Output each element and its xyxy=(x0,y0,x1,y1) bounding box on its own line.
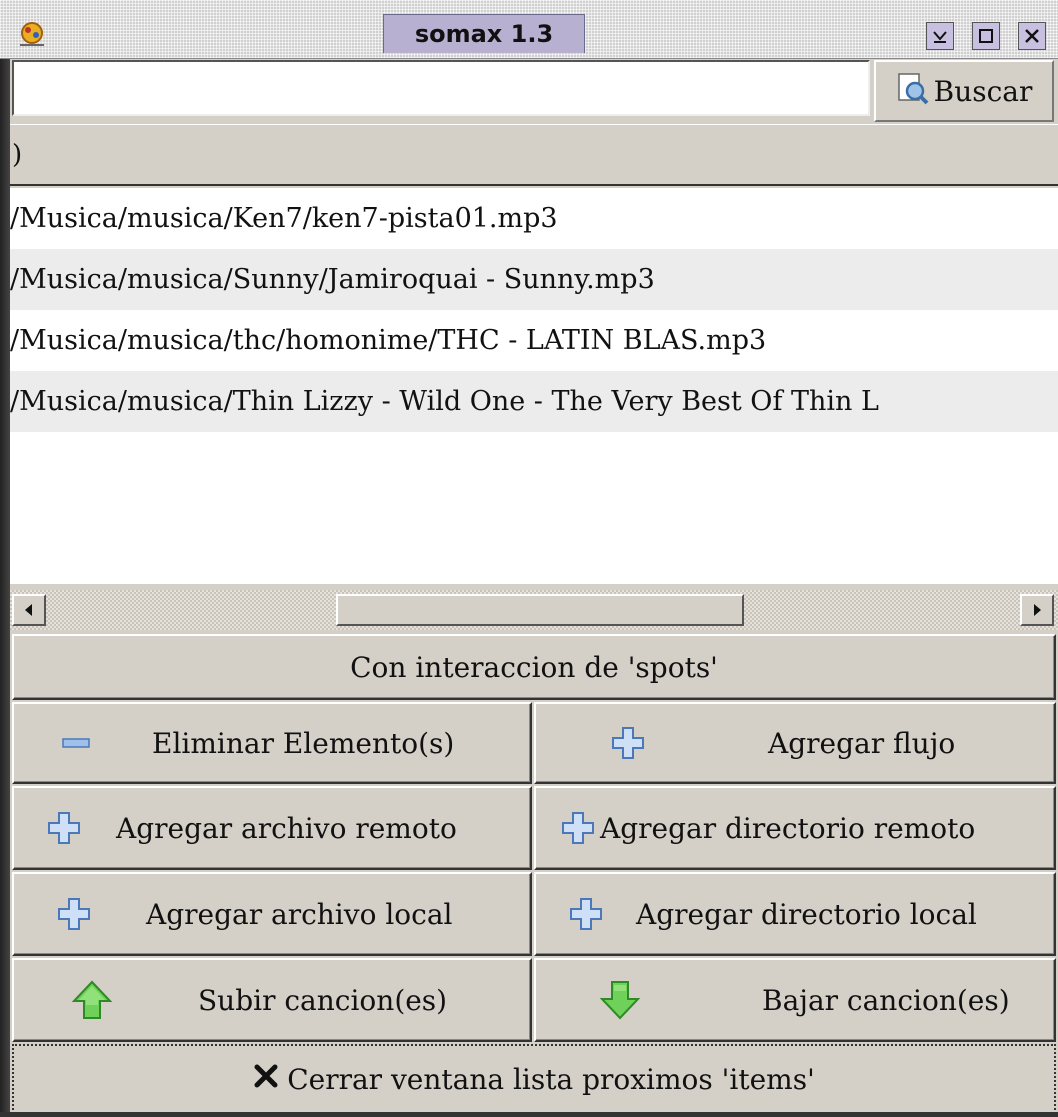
plus-icon xyxy=(566,897,606,931)
minimize-icon[interactable] xyxy=(926,22,954,50)
arrow-down-icon xyxy=(598,979,642,1021)
move-up-label: Subir cancion(es) xyxy=(198,983,448,1017)
arrow-up-icon xyxy=(70,979,114,1021)
minus-icon xyxy=(56,736,96,750)
close-window-label: Cerrar ventana lista proximos 'items' xyxy=(287,1062,815,1096)
scrollbar-thumb[interactable] xyxy=(336,594,744,626)
spots-interaction-label: Con interaccion de 'spots' xyxy=(350,650,718,684)
add-local-file-button[interactable]: Agregar archivo local xyxy=(12,872,532,956)
desktop-background xyxy=(0,0,10,1117)
maximize-icon[interactable] xyxy=(972,22,1000,50)
search-button[interactable]: Buscar xyxy=(874,60,1054,122)
plus-icon xyxy=(558,811,598,845)
add-local-file-label: Agregar archivo local xyxy=(146,897,453,931)
plus-icon xyxy=(44,811,84,845)
list-column-header[interactable]: ) xyxy=(10,124,1058,186)
close-icon[interactable] xyxy=(1018,22,1046,50)
search-input[interactable] xyxy=(12,60,870,116)
move-up-button[interactable]: Subir cancion(es) xyxy=(12,958,532,1042)
add-remote-directory-label: Agregar directorio remoto xyxy=(600,811,976,845)
move-down-button[interactable]: Bajar cancion(es) xyxy=(534,958,1056,1042)
arrow-left-icon[interactable] xyxy=(12,594,46,626)
close-x-icon xyxy=(253,1063,279,1096)
plus-icon xyxy=(608,726,648,760)
add-remote-directory-button[interactable]: Agregar directorio remoto xyxy=(534,786,1056,870)
playlist-list[interactable]: /Musica/musica/Ken7/ken7-pista01.mp3 /Mu… xyxy=(10,188,1058,584)
list-item[interactable]: /Musica/musica/Thin Lizzy - Wild One - T… xyxy=(10,371,1058,432)
add-stream-label: Agregar flujo xyxy=(768,726,956,760)
add-local-directory-button[interactable]: Agregar directorio local xyxy=(534,872,1056,956)
window-title: somax 1.3 xyxy=(383,14,585,53)
close-window-button[interactable]: Cerrar ventana lista proximos 'items' xyxy=(12,1044,1056,1114)
spots-interaction-button[interactable]: Con interaccion de 'spots' xyxy=(12,634,1056,700)
remove-items-label: Eliminar Elemento(s) xyxy=(152,726,455,760)
desktop-background-bottom xyxy=(0,1112,1058,1117)
title-bar[interactable]: somax 1.3 xyxy=(0,0,1058,59)
add-stream-button[interactable]: Agregar flujo xyxy=(534,702,1056,784)
add-remote-file-button[interactable]: Agregar archivo remoto xyxy=(12,786,532,870)
list-item[interactable]: /Musica/musica/Ken7/ken7-pista01.mp3 xyxy=(10,188,1058,249)
plus-icon xyxy=(54,897,94,931)
list-item[interactable]: /Musica/musica/Sunny/Jamiroquai - Sunny.… xyxy=(10,249,1058,310)
app-icon[interactable] xyxy=(12,14,52,52)
search-button-label: Buscar xyxy=(933,74,1033,108)
horizontal-scrollbar[interactable] xyxy=(10,590,1058,630)
list-item[interactable]: /Musica/musica/thc/homonime/THC - LATIN … xyxy=(10,310,1058,371)
remove-items-button[interactable]: Eliminar Elemento(s) xyxy=(12,702,532,784)
add-local-directory-label: Agregar directorio local xyxy=(636,897,977,931)
add-remote-file-label: Agregar archivo remoto xyxy=(116,811,457,845)
move-down-label: Bajar cancion(es) xyxy=(762,983,1010,1017)
arrow-right-icon[interactable] xyxy=(1020,594,1054,626)
magnifier-icon xyxy=(896,71,930,112)
